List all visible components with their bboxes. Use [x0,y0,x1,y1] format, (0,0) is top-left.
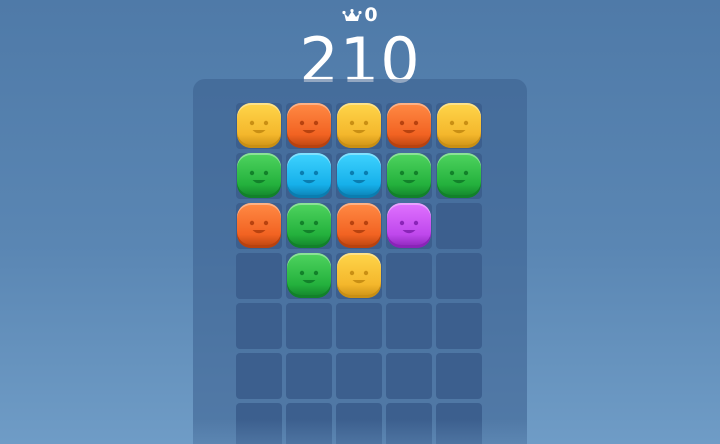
orange-smiley-block[interactable] [337,203,381,248]
board-cell-filled[interactable] [386,103,432,149]
board-cell-empty[interactable] [336,403,382,444]
smiley-face-icon [249,120,269,134]
crown-icon [342,8,362,22]
board-cell-empty[interactable] [236,353,282,399]
yellow-smiley-block[interactable] [437,103,481,148]
board-cell-filled[interactable] [286,203,332,249]
board-cell-empty[interactable] [436,303,482,349]
board-cell-filled[interactable] [286,153,332,199]
purple-smiley-block[interactable] [387,203,431,248]
board-cell-empty[interactable] [436,403,482,444]
board-cell-empty[interactable] [336,353,382,399]
board-cell-empty[interactable] [286,403,332,444]
best-score: 0 [0,5,720,25]
board-cell-filled[interactable] [236,203,282,249]
board-cell-empty[interactable] [386,353,432,399]
board-cell-filled[interactable] [436,103,482,149]
smiley-face-icon [449,120,469,134]
board-cell-empty[interactable] [286,353,332,399]
board-cell-empty[interactable] [436,203,482,249]
orange-smiley-block[interactable] [287,103,331,148]
board-cell-empty[interactable] [386,403,432,444]
board-grid [236,103,482,444]
board-cell-empty[interactable] [236,403,282,444]
board-cell-filled[interactable] [286,253,332,299]
board-cell-empty[interactable] [436,253,482,299]
smiley-face-icon [299,170,319,184]
smiley-face-icon [299,270,319,284]
smiley-face-icon [349,270,369,284]
board-cell-filled[interactable] [336,253,382,299]
smiley-face-icon [399,220,419,234]
green-smiley-block[interactable] [437,153,481,198]
board-cell-empty[interactable] [286,303,332,349]
board-cell-empty[interactable] [236,303,282,349]
board-cell-filled[interactable] [336,153,382,199]
smiley-face-icon [299,120,319,134]
green-smiley-block[interactable] [287,203,331,248]
board-cell-filled[interactable] [336,103,382,149]
green-smiley-block[interactable] [287,253,331,298]
board-cell-empty[interactable] [386,253,432,299]
smiley-face-icon [349,170,369,184]
board-cell-filled[interactable] [386,153,432,199]
board-cell-empty[interactable] [436,353,482,399]
orange-smiley-block[interactable] [387,103,431,148]
board-cell-filled[interactable] [436,153,482,199]
smiley-face-icon [399,170,419,184]
board-cell-empty[interactable] [236,253,282,299]
green-smiley-block[interactable] [237,153,281,198]
board-cell-filled[interactable] [236,103,282,149]
yellow-smiley-block[interactable] [337,253,381,298]
smiley-face-icon [349,220,369,234]
orange-smiley-block[interactable] [237,203,281,248]
smiley-face-icon [249,220,269,234]
board-cell-filled[interactable] [386,203,432,249]
smiley-face-icon [249,170,269,184]
board-cell-empty[interactable] [336,303,382,349]
best-score-value: 0 [364,4,378,26]
smiley-face-icon [399,120,419,134]
smiley-face-icon [299,220,319,234]
smiley-face-icon [349,120,369,134]
yellow-smiley-block[interactable] [337,103,381,148]
green-smiley-block[interactable] [387,153,431,198]
board-cell-empty[interactable] [386,303,432,349]
game-board [193,79,527,444]
board-cell-filled[interactable] [236,153,282,199]
blue-smiley-block[interactable] [287,153,331,198]
board-cell-filled[interactable] [286,103,332,149]
board-cell-filled[interactable] [336,203,382,249]
smiley-face-icon [449,170,469,184]
yellow-smiley-block[interactable] [237,103,281,148]
blue-smiley-block[interactable] [337,153,381,198]
